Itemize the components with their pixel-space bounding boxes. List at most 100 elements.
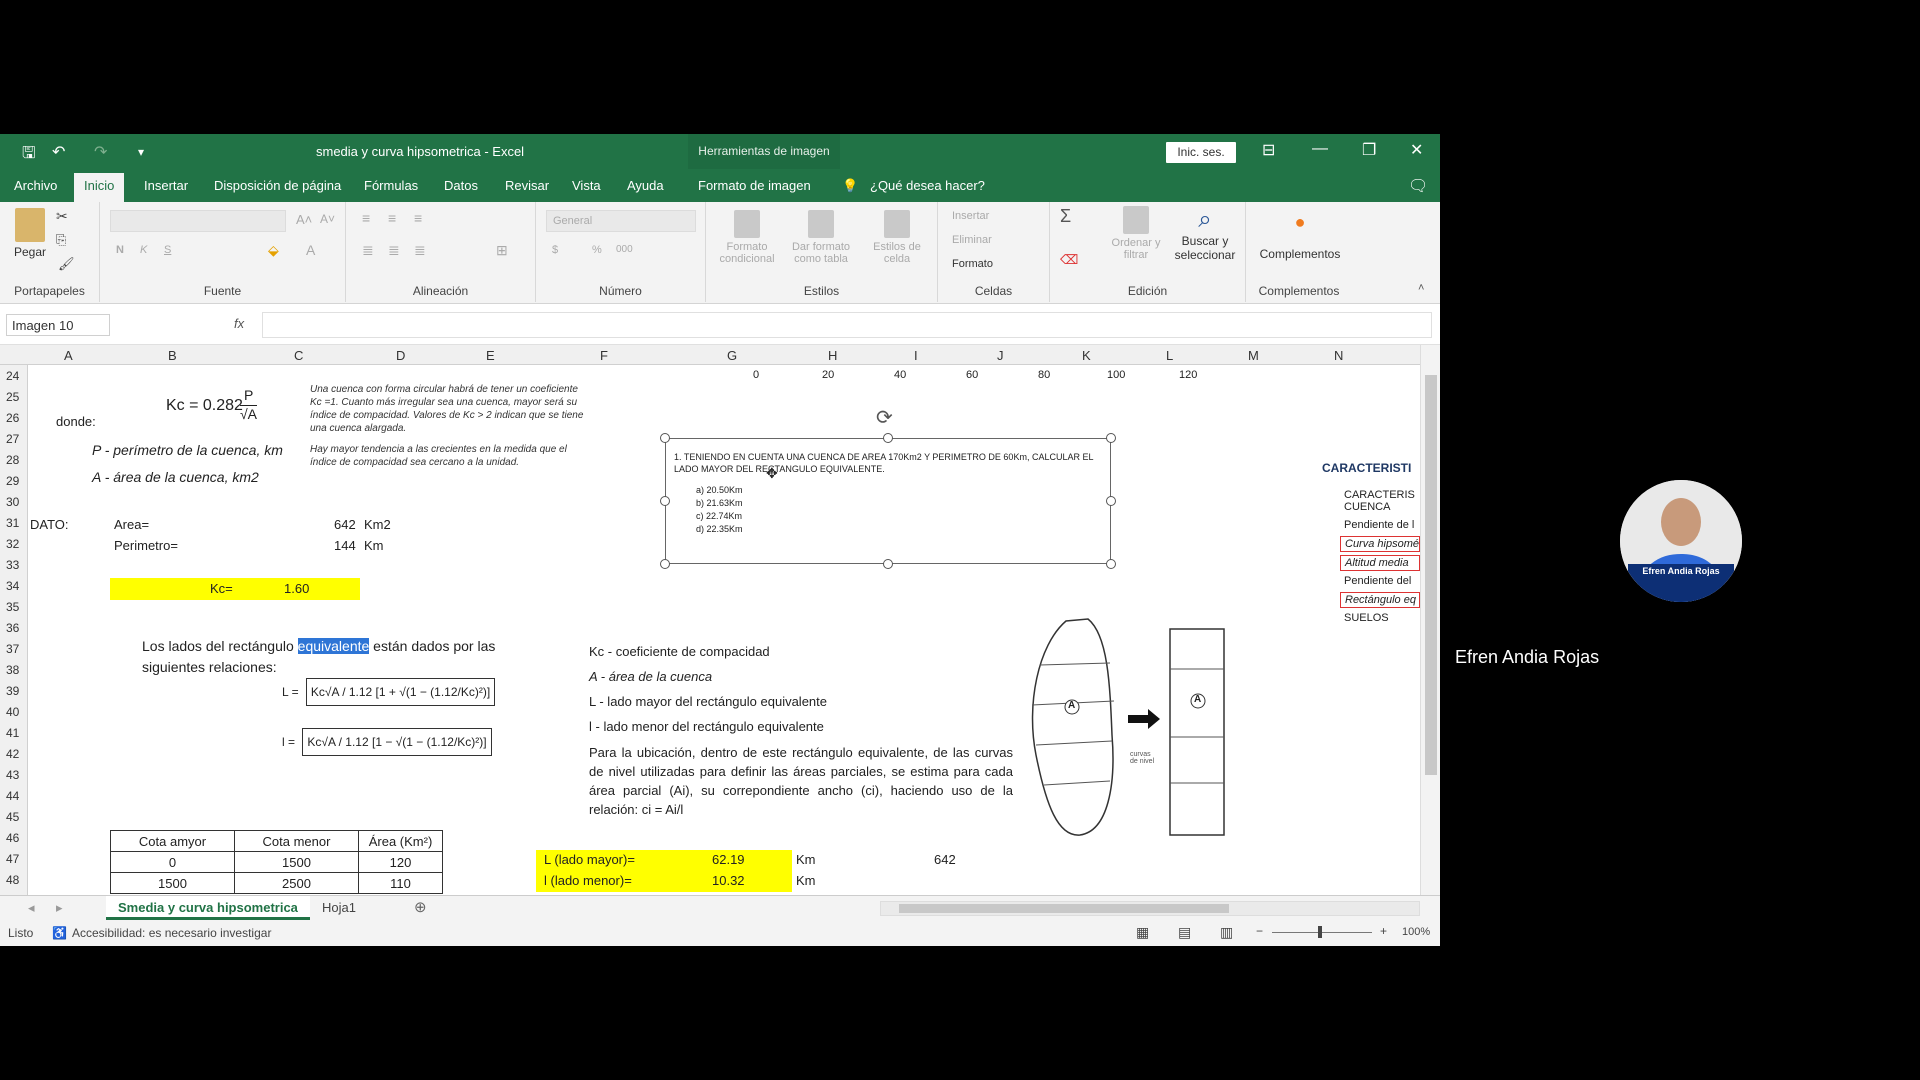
extra-area-value[interactable]: 642 xyxy=(934,852,956,867)
fill-color-icon[interactable]: ⬙ xyxy=(268,242,279,259)
resize-handle[interactable] xyxy=(660,559,670,569)
col-g[interactable]: G xyxy=(727,348,737,363)
row-39[interactable]: 39 xyxy=(6,684,19,698)
resize-handle[interactable] xyxy=(1106,433,1116,443)
row-46[interactable]: 46 xyxy=(6,831,19,845)
tab-disposicion[interactable]: Disposición de página xyxy=(214,178,341,193)
collapse-ribbon-icon[interactable]: ˄ xyxy=(1418,282,1424,294)
row-33[interactable]: 33 xyxy=(6,558,19,572)
fx-icon[interactable]: fx xyxy=(234,316,244,331)
col-m[interactable]: M xyxy=(1248,348,1259,363)
format-painter-icon[interactable]: 🖌 xyxy=(58,256,75,272)
name-box[interactable]: Imagen 10 xyxy=(6,314,110,336)
tab-revisar[interactable]: Revisar xyxy=(505,178,549,193)
comments-icon[interactable]: 🗨 xyxy=(1408,176,1428,196)
row-42[interactable]: 42 xyxy=(6,747,19,761)
thousands-icon[interactable]: 000 xyxy=(616,244,633,255)
row-47[interactable]: 47 xyxy=(6,852,19,866)
kc-result-cell[interactable]: Kc= 1.60 xyxy=(110,578,360,600)
row-25[interactable]: 25 xyxy=(6,390,19,404)
horizontal-scrollbar[interactable] xyxy=(880,901,1420,916)
table-cell[interactable]: 2500 xyxy=(234,872,359,894)
horizontal-scroll-thumb[interactable] xyxy=(899,904,1229,913)
side-item[interactable]: SUELOS xyxy=(1344,612,1389,624)
col-j[interactable]: J xyxy=(997,348,1004,363)
col-k[interactable]: K xyxy=(1082,348,1091,363)
sheet-tab-smedia[interactable]: Smedia y curva hipsometrica xyxy=(106,896,310,920)
resize-handle[interactable] xyxy=(660,496,670,506)
zoom-slider-thumb[interactable] xyxy=(1318,926,1322,938)
font-color-icon[interactable]: A xyxy=(306,242,315,258)
tab-formulas[interactable]: Fórmulas xyxy=(364,178,418,193)
copy-icon[interactable]: ⎘ xyxy=(56,232,66,248)
shrink-font-icon[interactable]: A˅ xyxy=(320,212,335,226)
percent-icon[interactable]: % xyxy=(592,244,602,256)
col-i[interactable]: I xyxy=(914,348,918,363)
worksheet[interactable]: Kc = 0.282 P √A donde: P - perímetro de … xyxy=(28,365,1420,895)
table-row[interactable]: 1500 2500 110 xyxy=(110,872,443,894)
minimize-button[interactable]: — xyxy=(1312,140,1328,158)
row-48[interactable]: 48 xyxy=(6,873,19,887)
resize-handle[interactable] xyxy=(883,559,893,569)
vertical-scrollbar[interactable] xyxy=(1420,345,1440,895)
grow-font-icon[interactable]: A˄ xyxy=(296,212,312,227)
align-top-icon[interactable]: ≡ xyxy=(362,210,370,226)
tab-ayuda[interactable]: Ayuda xyxy=(627,178,664,193)
row-43[interactable]: 43 xyxy=(6,768,19,782)
zoom-in-icon[interactable]: + xyxy=(1380,924,1387,938)
col-a[interactable]: A xyxy=(64,348,73,363)
paste-button[interactable]: Pegar xyxy=(10,208,50,259)
side-item[interactable]: Pendiente de l xyxy=(1344,519,1414,531)
sheet-tab-hoja1[interactable]: Hoja1 xyxy=(322,900,356,915)
align-left-icon[interactable]: ≣ xyxy=(362,242,374,259)
table-cell[interactable]: 1500 xyxy=(110,872,235,894)
insert-cells-button[interactable]: Insertar xyxy=(952,210,989,222)
col-l[interactable]: L xyxy=(1166,348,1173,363)
cell-styles-button[interactable]: Estilos de celda xyxy=(862,210,932,265)
zoom-level[interactable]: 100% xyxy=(1402,926,1430,938)
bold-icon[interactable]: N xyxy=(116,244,124,256)
ribbon-display-icon[interactable]: ⊟ xyxy=(1262,140,1275,160)
currency-icon[interactable]: $ xyxy=(552,244,558,256)
vertical-scroll-thumb[interactable] xyxy=(1425,375,1437,775)
undo-icon[interactable]: ↶ xyxy=(52,142,65,162)
resize-handle[interactable] xyxy=(660,433,670,443)
zoom-slider[interactable] xyxy=(1272,932,1372,933)
find-select-button[interactable]: ⌕ Buscar y seleccionar xyxy=(1170,206,1240,262)
area-value[interactable]: 642 xyxy=(334,517,356,532)
l-result-cell[interactable]: l (lado menor)= 10.32 xyxy=(536,871,792,892)
row-34[interactable]: 34 xyxy=(6,579,19,593)
col-c[interactable]: C xyxy=(294,348,303,363)
row-24[interactable]: 24 xyxy=(6,369,19,383)
prev-sheet-icon[interactable]: ◂ xyxy=(28,900,35,916)
resize-handle[interactable] xyxy=(1106,496,1116,506)
table-cell[interactable]: 1500 xyxy=(234,851,359,873)
row-40[interactable]: 40 xyxy=(6,705,19,719)
col-b[interactable]: B xyxy=(168,348,177,363)
merge-icon[interactable]: ⊞ xyxy=(496,242,508,259)
conditional-format-button[interactable]: Formato condicional xyxy=(712,210,782,265)
zoom-out-icon[interactable]: − xyxy=(1256,924,1263,938)
tab-insertar[interactable]: Insertar xyxy=(144,178,188,193)
close-button[interactable]: ✕ xyxy=(1410,140,1423,160)
tab-archivo[interactable]: Archivo xyxy=(14,178,57,193)
delete-cells-button[interactable]: Eliminar xyxy=(952,234,992,246)
row-30[interactable]: 30 xyxy=(6,495,19,509)
side-item[interactable]: Curva hipsomé xyxy=(1340,536,1420,552)
next-sheet-icon[interactable]: ▸ xyxy=(56,900,63,916)
col-d[interactable]: D xyxy=(396,348,405,363)
col-h[interactable]: H xyxy=(828,348,837,363)
redo-icon[interactable]: ↷ xyxy=(94,142,107,162)
autosum-icon[interactable]: Σ xyxy=(1060,206,1071,227)
tell-me-search[interactable]: ¿Qué desea hacer? xyxy=(870,178,985,193)
table-row[interactable]: 0 1500 120 xyxy=(110,851,443,873)
format-cells-button[interactable]: Formato xyxy=(952,258,993,270)
row-32[interactable]: 32 xyxy=(6,537,19,551)
row-35[interactable]: 35 xyxy=(6,600,19,614)
clear-icon[interactable]: ⌫ xyxy=(1060,252,1078,268)
tab-inicio[interactable]: Inicio xyxy=(74,173,125,202)
page-break-icon[interactable]: ▥ xyxy=(1220,924,1233,941)
resize-handle[interactable] xyxy=(883,433,893,443)
underline-icon[interactable]: S xyxy=(164,244,171,256)
resize-handle[interactable] xyxy=(1106,559,1116,569)
